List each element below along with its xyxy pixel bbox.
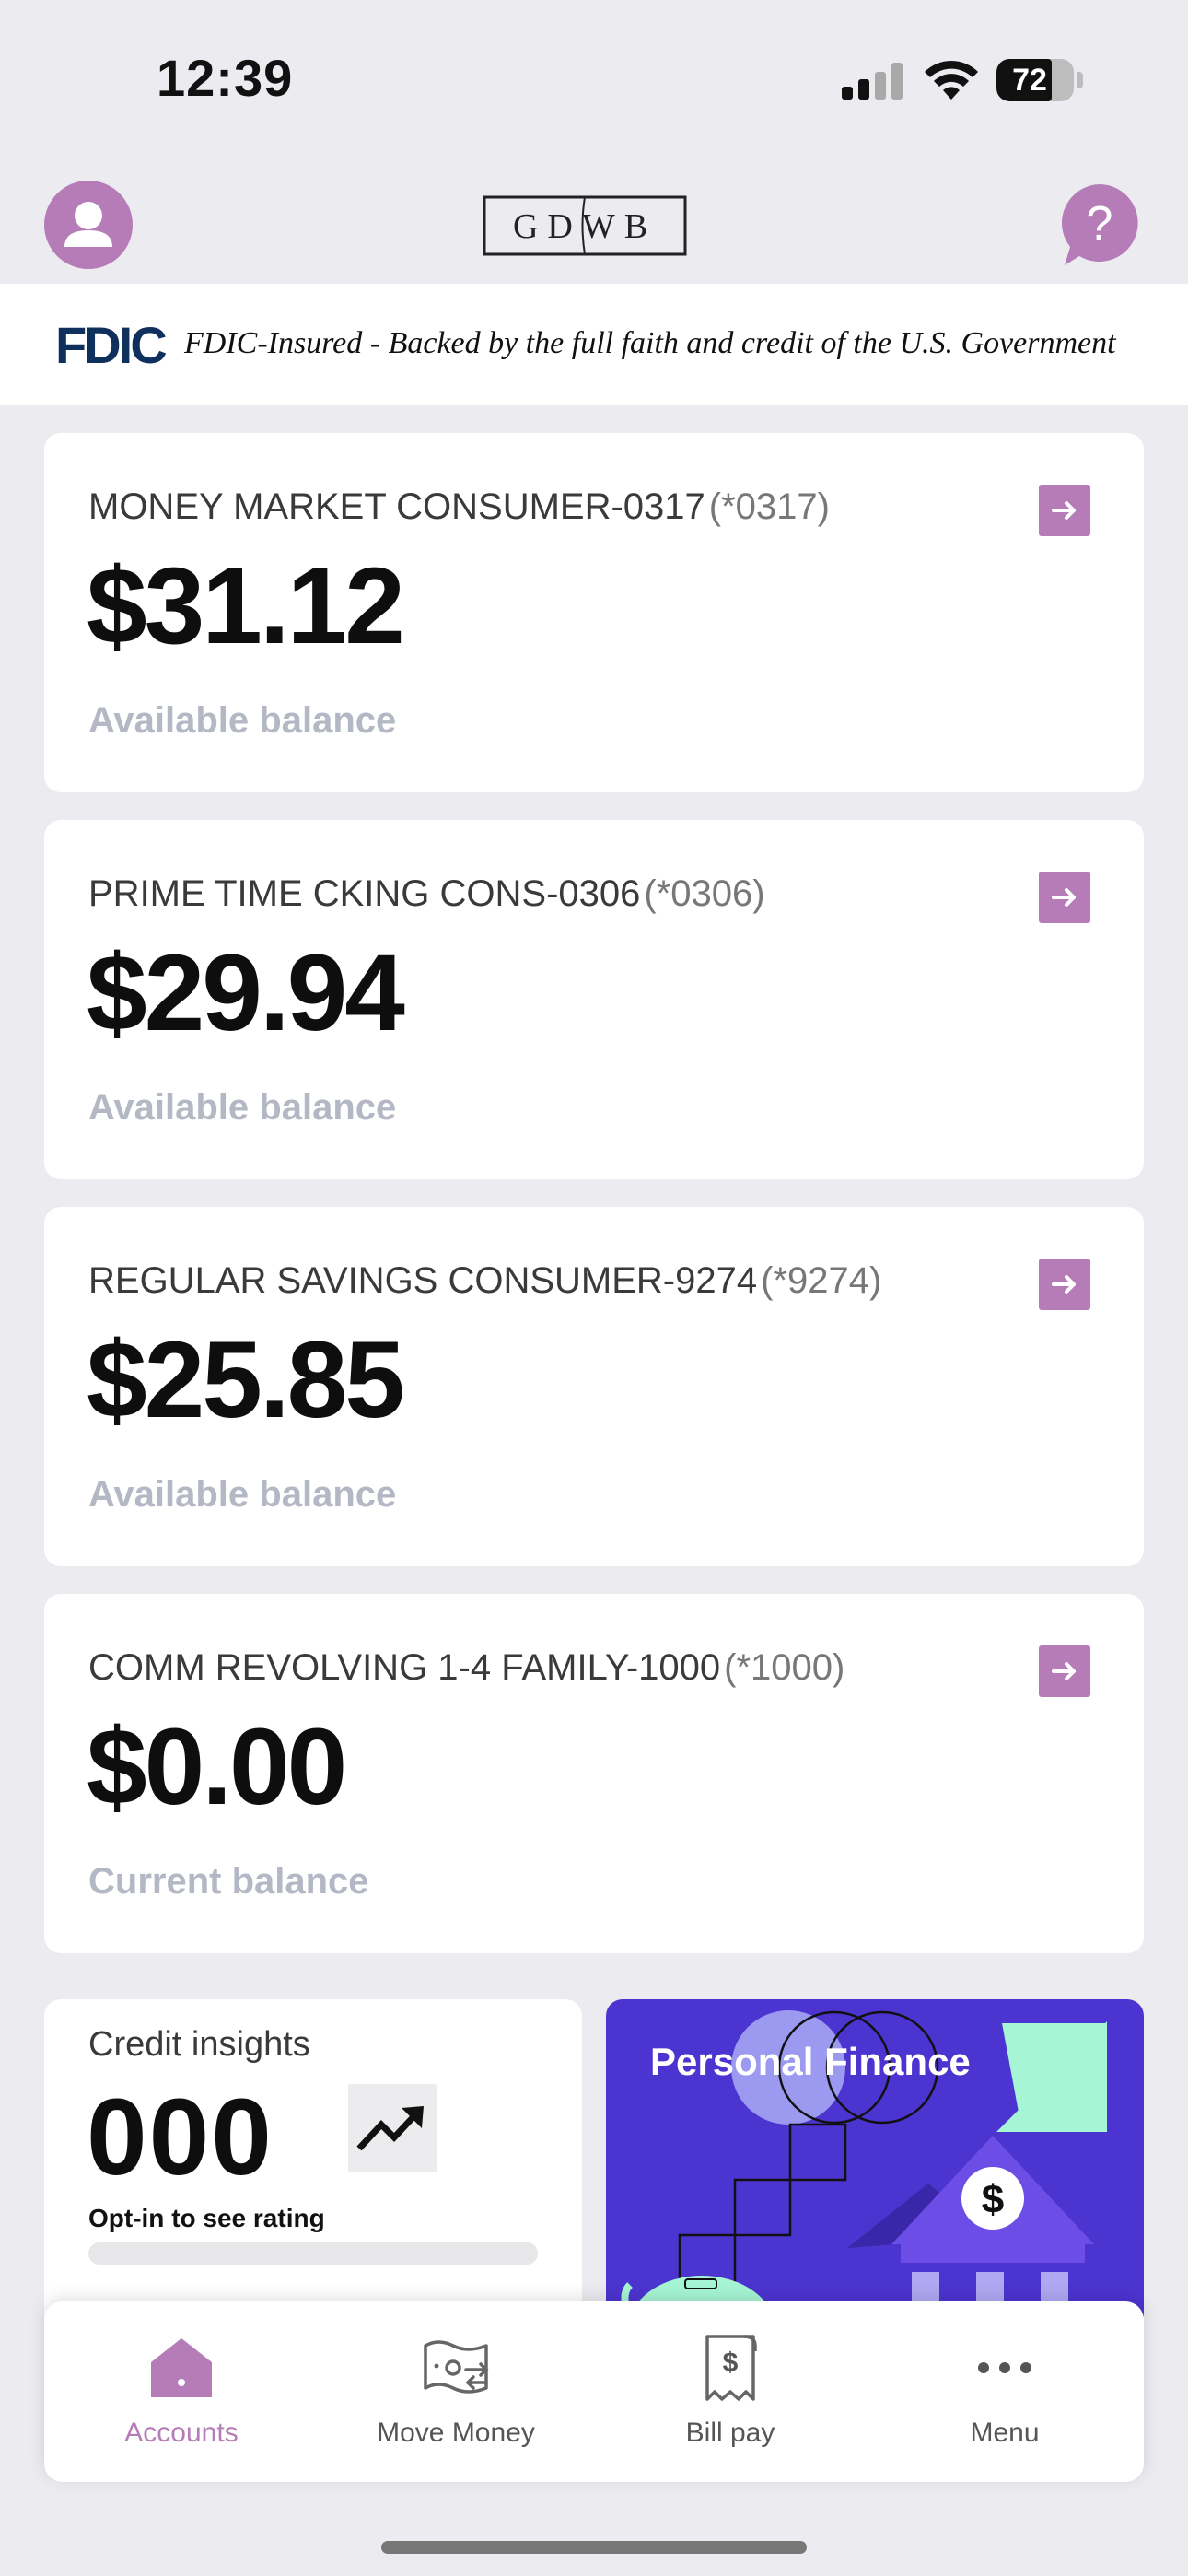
home-indicator[interactable] (381, 2541, 807, 2554)
account-name: PRIME TIME CKING CONS-0306 (*0306) (88, 873, 765, 914)
balance-label: Current balance (88, 1861, 369, 1902)
bottom-navigation: Accounts Move Money $ Bill pay Menu (44, 2301, 1144, 2482)
cellular-signal-icon (842, 63, 906, 100)
person-icon (64, 202, 112, 247)
battery-level: 72 (1012, 63, 1047, 98)
nav-label: Move Money (377, 2418, 535, 2448)
personal-finance-card[interactable]: $ Personal Finance (606, 1999, 1144, 2331)
trending-up-icon (348, 2084, 437, 2172)
account-mask: (*0317) (708, 486, 830, 527)
account-balance: $29.94 (87, 932, 405, 1054)
balance-label: Available balance (88, 700, 397, 741)
account-card[interactable]: MONEY MARKET CONSUMER-0317 (*0317) $31.12… (44, 433, 1144, 792)
logo-text: GDWB (513, 207, 657, 246)
arrow-right-icon[interactable] (1039, 872, 1090, 923)
receipt-dollar-icon: $ (705, 2335, 757, 2401)
account-balance: $0.00 (87, 1706, 347, 1828)
credit-insights-card[interactable]: Credit insights 000 Opt-in to see rating (44, 1999, 582, 2331)
personal-finance-title: Personal Finance (650, 2040, 971, 2083)
profile-avatar-button[interactable] (44, 181, 133, 269)
credit-score: 000 (87, 2077, 274, 2198)
account-card[interactable]: COMM REVOLVING 1-4 FAMILY-1000 (*1000) $0… (44, 1594, 1144, 1953)
account-balance: $25.85 (87, 1319, 405, 1441)
fdic-logo: FDIC (55, 316, 168, 374)
svg-text:$: $ (723, 2348, 739, 2378)
nav-label: Menu (970, 2418, 1040, 2448)
account-balance: $31.12 (87, 545, 405, 667)
nav-label: Accounts (124, 2418, 239, 2448)
nav-accounts[interactable]: Accounts (44, 2301, 319, 2482)
fdic-banner: FDIC FDIC-Insured - Backed by the full f… (0, 284, 1188, 405)
app-header: GDWB ? (0, 157, 1188, 286)
account-card[interactable]: REGULAR SAVINGS CONSUMER-9274 (*9274) $25… (44, 1207, 1144, 1566)
nav-bill-pay[interactable]: $ Bill pay (593, 2301, 868, 2482)
wifi-icon (925, 60, 978, 100)
dollar-icon: $ (982, 2177, 1004, 2222)
credit-optin-text: Opt-in to see rating (88, 2204, 325, 2232)
account-mask: (*1000) (724, 1647, 845, 1688)
question-icon: ? (1087, 197, 1113, 251)
account-card[interactable]: PRIME TIME CKING CONS-0306 (*0306) $29.94… (44, 820, 1144, 1179)
account-mask: (*9274) (761, 1260, 882, 1301)
arrow-right-icon[interactable] (1039, 1645, 1090, 1697)
help-button[interactable]: ? (1057, 181, 1142, 273)
account-name: COMM REVOLVING 1-4 FAMILY-1000 (*1000) (88, 1647, 845, 1688)
balance-label: Available balance (88, 1474, 397, 1515)
money-transfer-icon (424, 2340, 489, 2394)
credit-rating-bar (88, 2242, 538, 2265)
status-bar: 12:39 72 (0, 0, 1188, 157)
bank-logo: GDWB (483, 195, 687, 256)
nav-move-money[interactable]: Move Money (319, 2301, 593, 2482)
arrow-right-icon[interactable] (1039, 485, 1090, 536)
account-name: MONEY MARKET CONSUMER-0317 (*0317) (88, 486, 830, 527)
nav-menu[interactable]: Menu (868, 2301, 1142, 2482)
home-icon (151, 2338, 212, 2397)
more-dots-icon (978, 2362, 1031, 2373)
battery-icon: 72 (996, 59, 1083, 101)
nav-label: Bill pay (685, 2418, 775, 2448)
arrow-right-icon[interactable] (1039, 1259, 1090, 1310)
account-name: REGULAR SAVINGS CONSUMER-9274 (*9274) (88, 1260, 882, 1301)
status-time: 12:39 (157, 49, 294, 107)
account-mask: (*0306) (644, 873, 765, 914)
credit-insights-title: Credit insights (88, 2025, 310, 2064)
fdic-statement: FDIC-Insured - Backed by the full faith … (184, 326, 1116, 360)
balance-label: Available balance (88, 1087, 397, 1128)
